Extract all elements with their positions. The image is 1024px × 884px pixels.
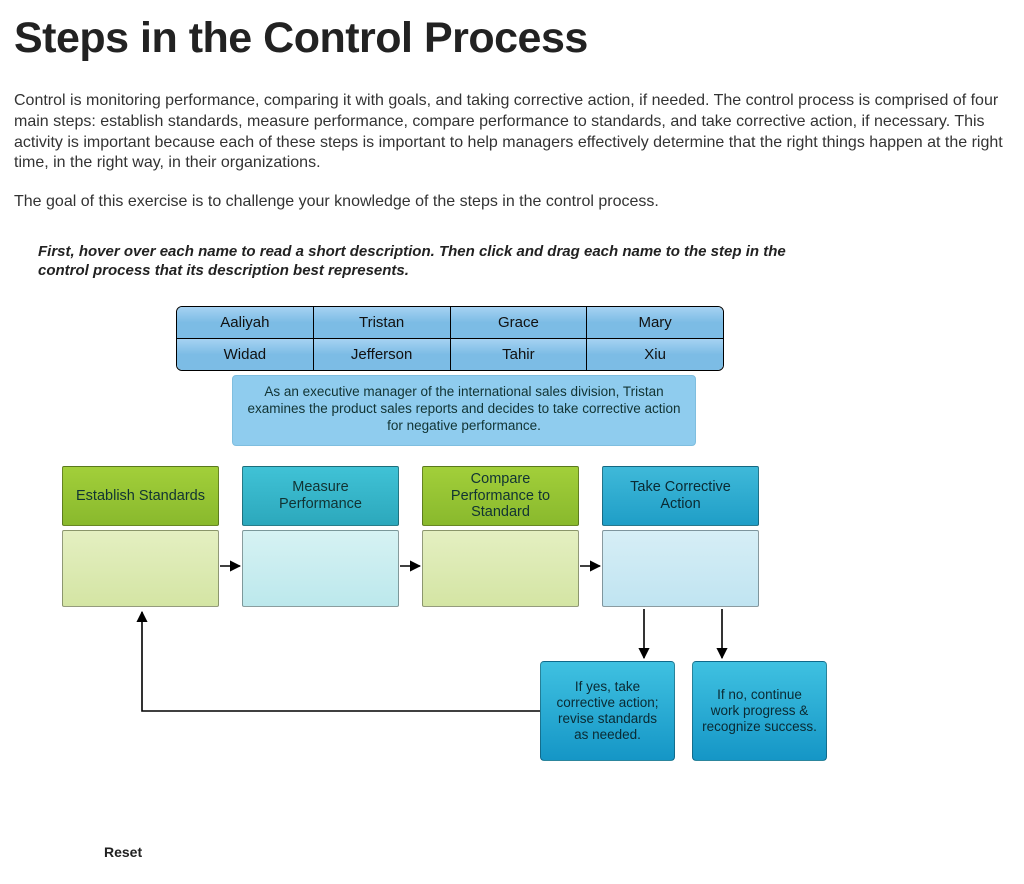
step-measure-performance: Measure Performance	[242, 466, 399, 607]
step-label: Establish Standards	[62, 466, 219, 526]
chip-tooltip: As an executive manager of the internati…	[232, 375, 696, 446]
intro-paragraph-1: Control is monitoring performance, compa…	[14, 91, 1010, 174]
chip-grace[interactable]: Grace	[451, 307, 588, 339]
chip-tahir[interactable]: Tahir	[451, 339, 588, 370]
outcome-yes-box: If yes, take corrective action; revise s…	[540, 661, 675, 761]
intro-paragraph-2: The goal of this exercise is to challeng…	[14, 192, 1010, 213]
chip-jefferson[interactable]: Jefferson	[314, 339, 451, 370]
flow-diagram: Establish Standards Measure Performance …	[62, 466, 1010, 826]
outcome-no-box: If no, continue work progress & recogniz…	[692, 661, 827, 761]
chip-widad[interactable]: Widad	[177, 339, 314, 370]
step-label: Compare Performance to Standard	[422, 466, 579, 526]
page-title: Steps in the Control Process	[14, 14, 1010, 63]
drop-zone-compare-performance[interactable]	[422, 530, 579, 607]
chip-mary[interactable]: Mary	[587, 307, 723, 339]
chip-tristan[interactable]: Tristan	[314, 307, 451, 339]
chip-xiu[interactable]: Xiu	[587, 339, 723, 370]
chip-aaliyah[interactable]: Aaliyah	[177, 307, 314, 339]
drop-zone-measure-performance[interactable]	[242, 530, 399, 607]
instruction-text: First, hover over each name to read a sh…	[14, 231, 834, 281]
drop-zone-establish-standards[interactable]	[62, 530, 219, 607]
exercise-workspace: Aaliyah Tristan Grace Mary Widad Jeffers…	[14, 280, 1010, 862]
step-take-corrective-action: Take Corrective Action	[602, 466, 759, 607]
draggable-chips-grid: Aaliyah Tristan Grace Mary Widad Jeffers…	[176, 306, 724, 371]
reset-button[interactable]: Reset	[104, 844, 142, 860]
step-label: Take Corrective Action	[602, 466, 759, 526]
step-compare-performance: Compare Performance to Standard	[422, 466, 579, 607]
drop-zone-take-corrective-action[interactable]	[602, 530, 759, 607]
step-establish-standards: Establish Standards	[62, 466, 219, 607]
step-label: Measure Performance	[242, 466, 399, 526]
